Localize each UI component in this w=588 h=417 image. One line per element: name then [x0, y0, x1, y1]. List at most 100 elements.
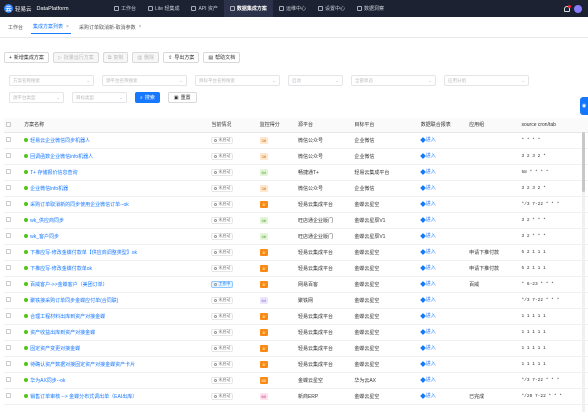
- row-checkbox[interactable]: [6, 393, 11, 399]
- table-row[interactable]: 下推应写-修改金蝶付款单ok 未启动 8 轻易云集成平台 金蝶云星空 进入 申请下推付款 5 …: [4, 260, 588, 277]
- table-row[interactable]: 下推应写-修改金蝶付款单【供应商调整类型】ok 未启动 8 轻易云集成平台 金蝶云星空进…: [4, 244, 588, 261]
- search-button[interactable]: ⌕ 搜索: [135, 92, 160, 103]
- delete-button[interactable]: ▥ 删除: [132, 52, 160, 63]
- nav-item-2[interactable]: API 资产: [185, 0, 223, 17]
- filter-input[interactable]: 目标平台名称搜索 ⌄: [195, 75, 280, 86]
- enter-report-link[interactable]: 进入: [419, 360, 436, 367]
- enter-report-link[interactable]: 进入: [419, 312, 436, 319]
- table-row[interactable]: 回调函数企业微信info机器人 未启动 38 微信公众号 企业微信 进入 3 2 3 2 *: [4, 148, 588, 165]
- enter-report-link[interactable]: 进入: [419, 296, 436, 303]
- row-checkbox[interactable]: [6, 361, 11, 367]
- scheme-name-link[interactable]: 百威客户->>金蝶客户（美团订单）: [24, 281, 207, 288]
- table-row[interactable]: 轻易云企业微信同步机器人 未启动 38 微信公众号 企业微信 进入 * * * *: [4, 132, 588, 149]
- column-header[interactable]: 源平台: [295, 118, 353, 133]
- row-checkbox[interactable]: [6, 169, 11, 175]
- scheme-name-link[interactable]: 企业微信info机器: [24, 185, 207, 192]
- scrollbar-thumb[interactable]: [582, 132, 585, 192]
- row-checkbox[interactable]: [6, 265, 11, 271]
- row-checkbox[interactable]: [6, 329, 11, 335]
- scheme-name-link[interactable]: wk_供应商同步: [24, 217, 207, 224]
- scheme-name-link[interactable]: 固定资产变更对接金蝶: [24, 345, 207, 352]
- row-checkbox[interactable]: [6, 297, 11, 303]
- column-header[interactable]: 数据联合报表: [418, 118, 468, 133]
- reset-button[interactable]: ▣ 重置: [167, 92, 197, 103]
- scheme-name-link[interactable]: 销售订单审核 --> 金蝶分布式调出单（EAI出库）: [24, 393, 207, 400]
- bell-icon[interactable]: [564, 4, 571, 12]
- tab-2[interactable]: 采购订单取消新-取消参数 ×: [77, 21, 144, 34]
- nav-item-6[interactable]: 数据洞察: [351, 0, 390, 17]
- enter-report-link[interactable]: 进入: [419, 232, 436, 239]
- enter-report-link[interactable]: 进入: [419, 344, 436, 351]
- close-icon[interactable]: ×: [66, 24, 69, 30]
- scheme-name-link[interactable]: 回调函数企业微信info机器人: [24, 153, 207, 160]
- scheme-name-link[interactable]: 待确认资产数据对接固定资产对接金蝶资产卡片: [24, 361, 207, 368]
- enter-report-link[interactable]: 进入: [419, 328, 436, 335]
- table-row[interactable]: 聚铁接采购订单同步金蝶应付单(合同联) 未启动 64 聚铁网 金蝶云星空 进入 */3 7-…: [4, 292, 588, 309]
- column-header[interactable]: 监控得分: [257, 118, 296, 133]
- scheme-name-link[interactable]: 聚铁接采购订单同步金蝶应付单(合同联): [24, 297, 207, 304]
- column-header[interactable]: source cron/tab: [519, 118, 588, 133]
- table-row[interactable]: 待确认资产数据对接固定资产对接金蝶资产卡片 未启动 8 轻易云集成平台 金蝶云星空 进入 1…: [4, 356, 588, 373]
- batch-run-button[interactable]: ▷ 批量运行方案: [52, 52, 99, 63]
- table-row[interactable]: 资产收益出库到资产对接金蝶 未启动 8 轻易云集成平台 金蝶云星空 进入 1 1 1 1 1: [4, 324, 588, 341]
- column-header[interactable]: 应用组: [467, 118, 520, 133]
- row-checkbox[interactable]: [6, 201, 11, 207]
- side-panel-toggle[interactable]: ◉: [580, 97, 588, 115]
- row-checkbox[interactable]: [6, 217, 11, 223]
- row-checkbox[interactable]: [6, 281, 11, 287]
- table-row[interactable]: wk_供应商同步 未启动 46 旺店通企业版门 金蝶云星辰V1 进入 3 2 * * *: [4, 212, 588, 229]
- filter-input[interactable]: 源平台类型 ⌄: [9, 92, 64, 103]
- table-row[interactable]: 销售订单审核 --> 金蝶分布式调出单（EAI出库） 未启动 60 新商ERP 金蝶云星…: [4, 388, 588, 405]
- enter-report-link[interactable]: 进入: [419, 280, 436, 287]
- enter-report-link[interactable]: 进入: [419, 248, 436, 255]
- close-icon[interactable]: ×: [139, 24, 142, 30]
- row-checkbox[interactable]: [6, 249, 11, 255]
- enter-report-link[interactable]: 进入: [419, 184, 436, 191]
- table-scrollbar[interactable]: [582, 132, 585, 412]
- select-all-checkbox[interactable]: [6, 121, 11, 127]
- nav-item-4[interactable]: 运维中心: [273, 0, 312, 17]
- enter-report-link[interactable]: 进入: [419, 376, 436, 383]
- enter-report-link[interactable]: 进入: [419, 216, 436, 223]
- scheme-name-link[interactable]: 合理工程材料出库到资产对接金蝶: [24, 313, 207, 320]
- table-row[interactable]: 华为AX同步--ok 未启动 60 金蝶云星空 华为云AX 进入 */3 7-22 * * …: [4, 372, 588, 389]
- filter-input[interactable]: 应用分组 ⌄: [444, 75, 529, 86]
- filter-input[interactable]: 全部状态 ⌄: [351, 75, 436, 86]
- row-checkbox[interactable]: [6, 233, 11, 239]
- scheme-name-link[interactable]: T+ 存储报价信息查询: [24, 169, 207, 176]
- table-row[interactable]: wk_客户同步 未启动 46 旺店通企业版门 金蝶云星辰V1 进入 3 2 * * *: [4, 228, 588, 245]
- enter-report-link[interactable]: 进入: [419, 392, 436, 399]
- nav-item-1[interactable]: Lite 轻集成: [142, 0, 185, 17]
- table-row[interactable]: 采购订单取消新的同步使用企业微信订单--ok 未启动 8 轻易云集成平台 金蝶云星空 进入…: [4, 196, 588, 213]
- scheme-name-link[interactable]: 下推应写-修改金蝶付款单【供应商调整类型】ok: [24, 249, 207, 256]
- filter-input[interactable]: 源平台名称搜索 ⌄: [102, 75, 187, 86]
- enter-report-link[interactable]: 进入: [419, 168, 436, 175]
- column-header[interactable]: 目标平台: [352, 118, 419, 133]
- row-checkbox[interactable]: [6, 377, 11, 383]
- scheme-name-link[interactable]: 下推应写-修改金蝶付款单ok: [24, 265, 207, 272]
- row-checkbox[interactable]: [6, 153, 11, 159]
- filter-input[interactable]: 方案名称搜索 ⌄: [9, 75, 94, 86]
- logo[interactable]: 云 轻易云 DataPlatform: [0, 4, 108, 13]
- row-checkbox[interactable]: [6, 313, 11, 319]
- table-row[interactable]: T+ 存储报价信息查询 未启动 84 畅捷通T+ 轻易云集成平台 进入 58 * * * *: [4, 164, 588, 181]
- column-header[interactable]: 当前情况: [209, 118, 258, 133]
- enter-report-link[interactable]: 进入: [419, 264, 436, 271]
- help-doc-button[interactable]: ▤ 帮助文档: [203, 52, 241, 63]
- scheme-name-link[interactable]: 华为AX同步--ok: [24, 377, 207, 384]
- row-checkbox[interactable]: [6, 345, 11, 351]
- table-row[interactable]: 合理工程材料出库到资产对接金蝶 未启动 8 轻易云集成平台 金蝶云星空 进入 1 1 1 1…: [4, 308, 588, 325]
- nav-item-5[interactable]: 设置中心: [312, 0, 351, 17]
- row-checkbox[interactable]: [6, 137, 11, 143]
- filter-input[interactable]: 目标类型 ⌄: [72, 92, 127, 103]
- avatar[interactable]: [574, 4, 582, 13]
- copy-button[interactable]: ⧉ 复制: [102, 52, 129, 63]
- new-scheme-button[interactable]: + 新增集成方案: [4, 52, 49, 63]
- row-checkbox[interactable]: [6, 185, 11, 191]
- table-row[interactable]: 企业微信info机器 未启动 38 微信公众号 企业微信 进入 3 2 3 2 *: [4, 180, 588, 197]
- export-button[interactable]: ⇪ 导出方案: [163, 52, 200, 63]
- tab-1[interactable]: 集成方案列表 ×: [31, 20, 71, 34]
- nav-item-3[interactable]: 数据集成方案: [223, 0, 273, 17]
- scheme-name-link[interactable]: 资产收益出库到资产对接金蝶: [24, 329, 207, 336]
- enter-report-link[interactable]: 进入: [419, 136, 436, 143]
